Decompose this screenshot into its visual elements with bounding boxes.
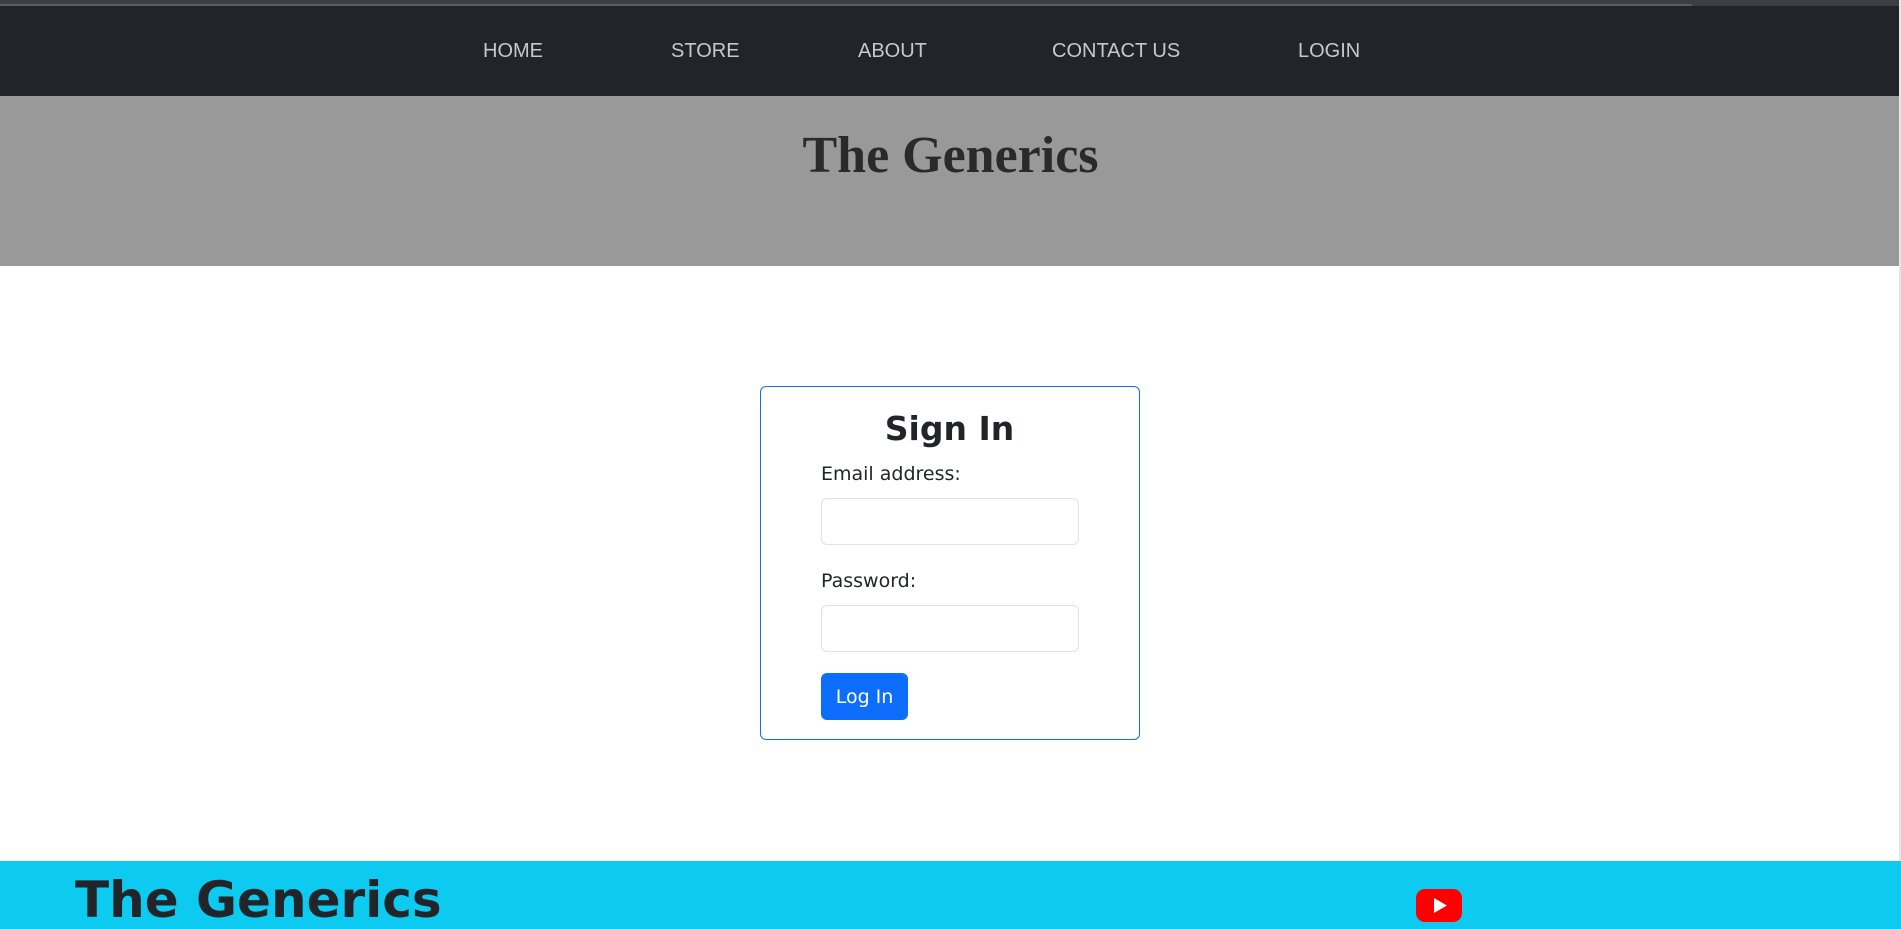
signin-card: Sign In Email address: Password: Log In (760, 386, 1140, 740)
footer-title: The Generics (75, 871, 442, 929)
nav-home-link[interactable]: HOME (483, 6, 543, 96)
site-footer: The Generics (0, 861, 1901, 929)
login-button[interactable]: Log In (821, 673, 908, 720)
email-label: Email address: (821, 463, 961, 485)
top-navbar: HOME STORE ABOUT CONTACT US LOGIN (0, 6, 1901, 96)
signin-title: Sign In (884, 409, 1015, 448)
nav-about-link[interactable]: ABOUT (858, 6, 927, 96)
hero-title: The Generics (802, 127, 1099, 184)
password-label: Password: (821, 570, 917, 592)
email-field[interactable] (821, 498, 1079, 545)
hero-banner: The Generics (0, 96, 1901, 266)
youtube-icon[interactable] (1416, 889, 1462, 922)
password-field[interactable] (821, 605, 1079, 652)
nav-store-link[interactable]: STORE (671, 6, 740, 96)
nav-login-link[interactable]: LOGIN (1298, 6, 1360, 96)
nav-contact-link[interactable]: CONTACT US (1052, 6, 1180, 96)
